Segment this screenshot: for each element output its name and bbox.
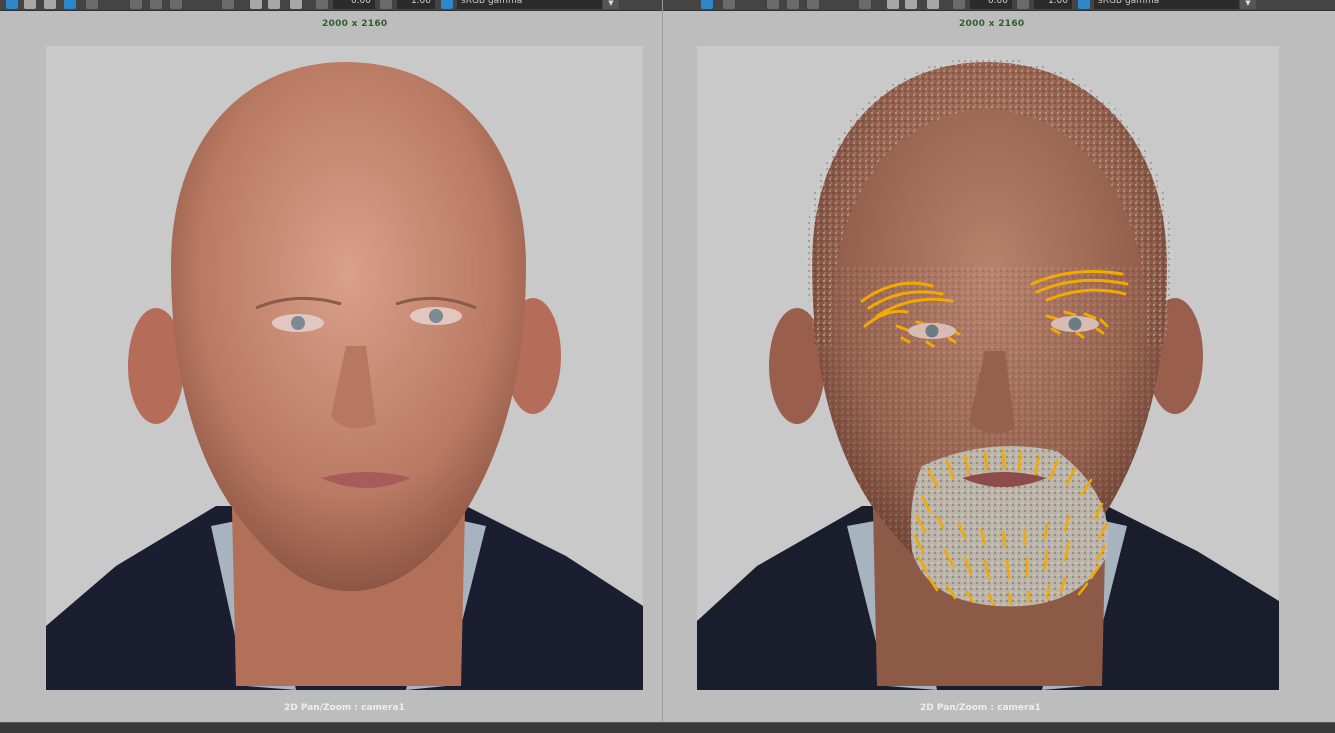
gamma-field[interactable]: 1.00 [397,0,435,9]
color-wheel-icon[interactable] [787,0,799,9]
pixel-icon[interactable] [859,0,871,9]
color-wheel-icon[interactable] [150,0,162,9]
color-space-select[interactable]: sRGB gamma [457,0,602,9]
render-image-untextured-hair [46,46,643,690]
render-toolbar: 0.00 1.00 sRGB gamma ▼ [0,0,663,11]
render-icon[interactable] [6,0,18,9]
layers-icon[interactable] [130,0,142,9]
lut-icon[interactable] [927,0,939,9]
render-icon[interactable] [701,0,713,9]
gamma-icon[interactable] [380,0,392,9]
chevron-down-icon[interactable]: ▼ [603,0,619,9]
exposure-field[interactable]: 0.00 [333,0,375,9]
alpha-icon[interactable] [170,0,182,9]
camera-label: 2D Pan/Zoom : camera1 [284,703,405,713]
color-space-select[interactable]: sRGB gamma [1094,0,1239,9]
render-view-left: 0.00 1.00 sRGB gamma ▼ 2000 x 2160 2D Pa… [0,0,663,732]
camera-label: 2D Pan/Zoom : camera1 [920,703,1041,713]
status-strip [0,722,1335,733]
gamma-field[interactable]: 1.00 [1034,0,1072,9]
gamma-icon[interactable] [1017,0,1029,9]
resolution-label: 2000 x 2160 [959,19,1025,29]
exposure-reset-icon[interactable] [316,0,328,9]
lut-icon[interactable] [290,0,302,9]
chevron-down-icon[interactable]: ▼ [1240,0,1256,9]
color-space-icon[interactable] [441,0,453,9]
light-icon[interactable] [723,0,735,9]
tool-icon[interactable] [268,0,280,9]
light-icon[interactable] [86,0,98,9]
checker-icon[interactable] [64,0,76,9]
render-view-right: 0.00 1.00 sRGB gamma ▼ 2000 x 2160 2D Pa… [663,0,1335,732]
exposure-field[interactable]: 0.00 [970,0,1012,9]
color-space-icon[interactable] [1078,0,1090,9]
render-toolbar: 0.00 1.00 sRGB gamma ▼ [663,0,1335,11]
exposure-reset-icon[interactable] [953,0,965,9]
tool-icon[interactable] [905,0,917,9]
snapshot-icon[interactable] [24,0,36,9]
alpha-icon[interactable] [807,0,819,9]
pixel-icon[interactable] [222,0,234,9]
exposure-icon[interactable] [250,0,262,9]
render-region-icon[interactable] [44,0,56,9]
resolution-label: 2000 x 2160 [322,19,388,29]
exposure-icon[interactable] [887,0,899,9]
layers-icon[interactable] [767,0,779,9]
render-image-groomed-hair [697,46,1279,690]
